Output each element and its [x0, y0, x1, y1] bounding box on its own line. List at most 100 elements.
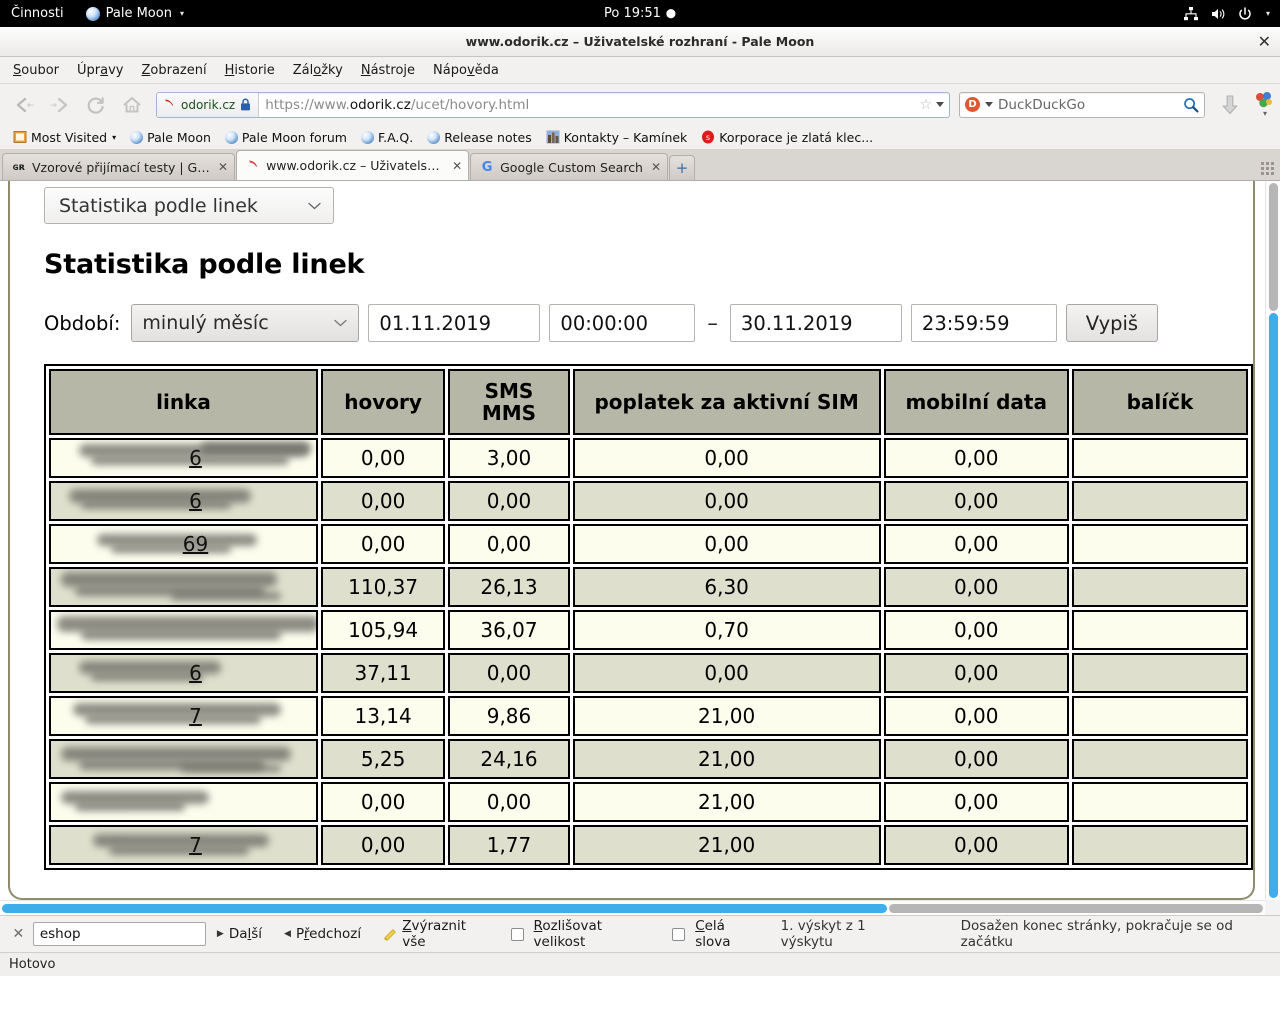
- bookmark-korporace[interactable]: s Korporace je zlatá klec...: [694, 128, 880, 147]
- cell-linka[interactable]: [49, 567, 318, 607]
- vertical-scrollbar-track-upper[interactable]: [1269, 183, 1278, 311]
- cell-linka[interactable]: 6: [49, 481, 318, 521]
- duckduckgo-icon[interactable]: D: [965, 97, 980, 112]
- cell-linka[interactable]: [49, 739, 318, 779]
- close-icon[interactable]: ✕: [218, 160, 228, 174]
- app-menu-button[interactable]: Pale Moon ▾: [75, 0, 195, 27]
- vertical-scrollbar[interactable]: [1265, 181, 1280, 900]
- forward-button[interactable]: [42, 90, 78, 120]
- back-button[interactable]: [6, 90, 42, 120]
- column-header-linka[interactable]: linka: [49, 369, 318, 435]
- menu-nastroje[interactable]: Nástroje: [352, 59, 424, 82]
- tab-google-custom-search[interactable]: G Google Custom Search ✕: [470, 153, 669, 180]
- tab-vzorove-testy[interactable]: ɢʀ Vzorové přijímací testy | GZ... ✕: [2, 153, 236, 180]
- close-icon[interactable]: ✕: [1258, 33, 1271, 50]
- cell-linka[interactable]: 7: [49, 825, 318, 865]
- column-header-balicky[interactable]: balíčk: [1071, 369, 1248, 435]
- menu-upravy[interactable]: Úpravy: [68, 59, 132, 82]
- column-header-poplatek-sim[interactable]: poplatek za aktivní SIM: [572, 369, 881, 435]
- new-tab-button[interactable]: +: [669, 155, 696, 180]
- palemoon-icon: [246, 159, 260, 173]
- bookmark-star-icon[interactable]: ☆: [919, 97, 932, 113]
- period-select[interactable]: minulý měsíc: [131, 304, 360, 342]
- chevron-down-icon[interactable]: ▾: [112, 133, 116, 142]
- table-row[interactable]: 7 0,00 1,77 21,00 0,00: [49, 825, 1248, 865]
- cell-poplatek-sim: 21,00: [572, 696, 881, 736]
- horizontal-scrollbar-thumb[interactable]: [2, 904, 887, 913]
- menu-napoveda[interactable]: Nápověda: [424, 59, 508, 82]
- horizontal-scrollbar[interactable]: [0, 900, 1265, 915]
- horizontal-scrollbar-track-right[interactable]: [889, 904, 1263, 913]
- find-previous-button[interactable]: ◀ Předchozí: [273, 926, 372, 942]
- column-header-sms-mms[interactable]: SMS MMS: [448, 369, 570, 435]
- table-row[interactable]: 6 0,00 3,00 0,00 0,00: [49, 438, 1248, 478]
- close-icon[interactable]: ✕: [651, 160, 661, 174]
- menu-zalozky[interactable]: Záložky: [284, 59, 352, 82]
- table-row[interactable]: 0,00 0,00 21,00 0,00: [49, 782, 1248, 822]
- chevron-down-icon[interactable]: [985, 102, 993, 107]
- bookmark-faq[interactable]: F.A.Q.: [354, 128, 420, 147]
- url-bar[interactable]: odorik.cz https://www.odorik.cz/ucet/hov…: [156, 91, 950, 118]
- time-to-input[interactable]: 23:59:59: [910, 304, 1057, 342]
- cell-hovory: 0,00: [320, 524, 446, 564]
- view-select[interactable]: Statistika podle linek: [44, 187, 334, 224]
- reload-button[interactable]: [78, 90, 114, 120]
- bookmark-pale-moon[interactable]: Pale Moon: [123, 128, 218, 147]
- home-button[interactable]: [114, 90, 150, 120]
- menu-soubor[interactable]: Soubor: [4, 59, 68, 82]
- find-next-button[interactable]: ▶ Další: [206, 926, 273, 942]
- cell-linka[interactable]: 69: [49, 524, 318, 564]
- chevron-down-icon[interactable]: ▾: [1263, 109, 1267, 118]
- column-header-hovory[interactable]: hovory: [320, 369, 446, 435]
- cell-linka[interactable]: 6: [49, 438, 318, 478]
- cell-sms-mms: 0,00: [448, 782, 570, 822]
- cell-linka[interactable]: 6: [49, 653, 318, 693]
- column-header-mobilni-data[interactable]: mobilní data: [883, 369, 1069, 435]
- highlight-all-button[interactable]: Zvýraznit vše: [372, 918, 499, 950]
- site-identity-button[interactable]: odorik.cz: [157, 92, 260, 117]
- time-from-input[interactable]: 00:00:00: [549, 304, 696, 342]
- vertical-scrollbar-thumb[interactable]: [1269, 313, 1278, 898]
- close-icon[interactable]: ✕: [8, 926, 29, 942]
- extension-button[interactable]: ▾: [1254, 91, 1274, 118]
- close-icon[interactable]: ✕: [452, 159, 462, 173]
- tray-caret-icon[interactable]: ▾: [1266, 9, 1270, 18]
- activities-button[interactable]: Činnosti: [0, 0, 75, 27]
- tab-label: Vzorové přijímací testy | GZ...: [32, 159, 210, 175]
- url-text[interactable]: https://www.odorik.cz/ucet/hovory.html: [259, 97, 919, 113]
- tab-list-icon[interactable]: [1260, 161, 1276, 177]
- chevron-down-icon[interactable]: [936, 102, 944, 107]
- bookmark-kontakty-kaminek[interactable]: Kontakty – Kamínek: [539, 128, 695, 147]
- menu-historie[interactable]: Historie: [216, 59, 284, 82]
- match-case-checkbox[interactable]: Rozlišovat velikost: [500, 918, 662, 950]
- cell-linka[interactable]: 7: [49, 696, 318, 736]
- table-row[interactable]: 105,94 36,07 0,70 0,00: [49, 610, 1248, 650]
- cell-sms-mms: 24,16: [448, 739, 570, 779]
- menu-zobrazeni[interactable]: Zobrazení: [133, 59, 216, 82]
- date-to-input[interactable]: 30.11.2019: [729, 304, 902, 342]
- bookmark-most-visited[interactable]: Most Visited ▾: [6, 128, 123, 147]
- search-icon[interactable]: [1183, 97, 1199, 113]
- network-icon[interactable]: [1183, 6, 1199, 22]
- table-row[interactable]: 110,37 26,13 6,30 0,00: [49, 567, 1248, 607]
- power-icon[interactable]: [1237, 6, 1253, 22]
- table-row[interactable]: 7 13,14 9,86 21,00 0,00: [49, 696, 1248, 736]
- downloads-button[interactable]: [1212, 90, 1248, 120]
- date-from-input[interactable]: 01.11.2019: [368, 304, 541, 342]
- table-row[interactable]: 6 0,00 0,00 0,00 0,00: [49, 481, 1248, 521]
- table-row[interactable]: 6 37,11 0,00 0,00 0,00: [49, 653, 1248, 693]
- find-input[interactable]: eshop: [32, 922, 206, 946]
- bookmark-release-notes[interactable]: Release notes: [420, 128, 539, 147]
- table-row[interactable]: 5,25 24,16 21,00 0,00: [49, 739, 1248, 779]
- search-bar[interactable]: D DuckDuckGo: [959, 91, 1205, 118]
- search-input[interactable]: DuckDuckGo: [998, 97, 1178, 113]
- cell-linka[interactable]: [49, 610, 318, 650]
- table-row[interactable]: 69 0,00 0,00 0,00 0,00: [49, 524, 1248, 564]
- whole-words-checkbox[interactable]: Celá slova: [661, 918, 770, 950]
- volume-icon[interactable]: [1210, 6, 1226, 22]
- cell-linka[interactable]: [49, 782, 318, 822]
- bookmark-pale-moon-forum[interactable]: Pale Moon forum: [218, 128, 354, 147]
- tab-odorik[interactable]: www.odorik.cz – Uživatelské ... ✕: [236, 150, 470, 180]
- app-menu-label: Pale Moon: [105, 6, 172, 21]
- submit-button[interactable]: Vypiš: [1065, 304, 1158, 342]
